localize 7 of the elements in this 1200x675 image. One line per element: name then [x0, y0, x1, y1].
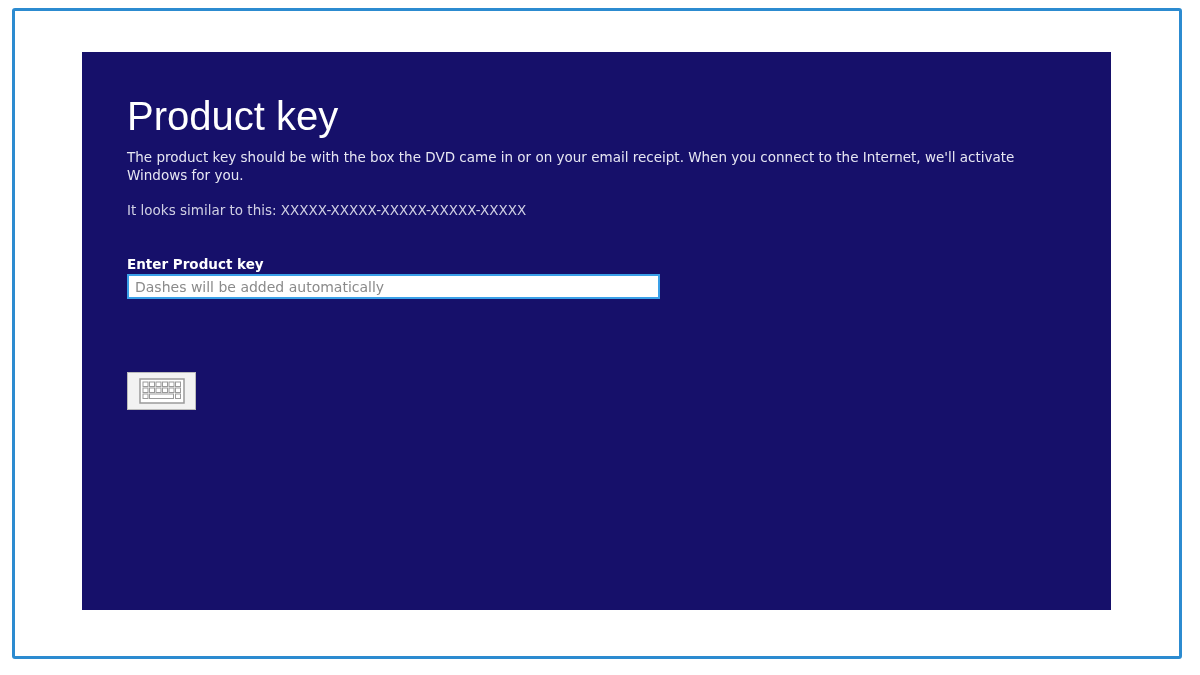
example-text: It looks similar to this: XXXXX-XXXXX-XXXXX-XXXXX-XXXXX	[127, 202, 527, 218]
keyboard-button[interactable]	[127, 372, 196, 410]
product-key-field[interactable]: Dashes will be added automatically	[127, 274, 660, 299]
keyboard-icon	[138, 378, 185, 404]
page-title: Product key	[127, 93, 339, 140]
field-label: Enter Product key	[127, 256, 264, 272]
description-text: The product key should be with the box the DVD came in or on your email receipt. When you connect to the Internet, we'll activate Windows for you.	[127, 148, 1016, 184]
